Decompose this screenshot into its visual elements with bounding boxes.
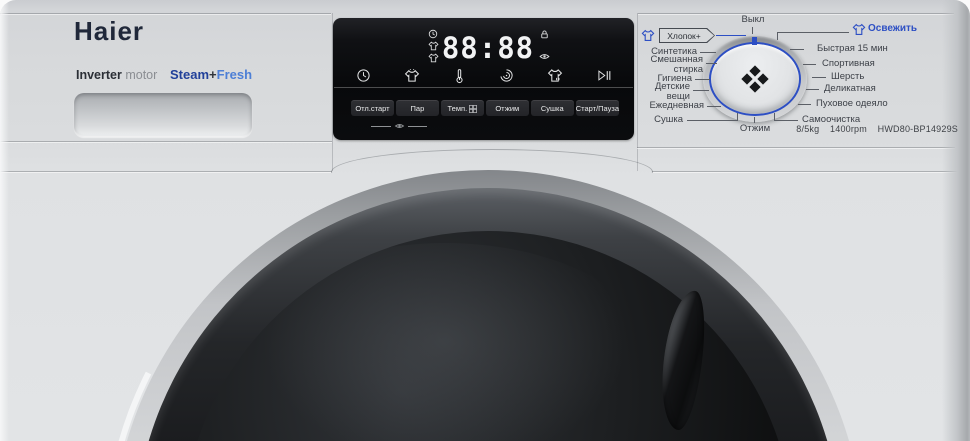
function-icon-row xyxy=(356,68,612,84)
dry-button[interactable]: Сушка xyxy=(531,100,574,116)
button-row: Отл.старт Пар Темп. Отжим Сушка Старт/Па… xyxy=(351,100,619,116)
off-tick xyxy=(752,27,753,34)
program-label-duvet: Пуховое одеяло xyxy=(816,99,888,109)
steam-text: Steam xyxy=(170,67,209,82)
plus-text: + xyxy=(209,67,217,82)
spin-tick xyxy=(754,117,755,123)
eye-icon xyxy=(539,52,550,61)
line-daily xyxy=(707,106,721,107)
line-selfclean xyxy=(774,120,798,121)
display-left-icons xyxy=(428,29,439,63)
steam-function-icon xyxy=(404,68,420,84)
line-hygiene xyxy=(695,79,710,80)
panel-divider xyxy=(334,87,633,88)
line-mixed xyxy=(706,63,717,64)
fresh-text: Fresh xyxy=(217,67,252,82)
delay-start-icon xyxy=(356,68,371,84)
start-pause-button[interactable]: Старт/Пауза xyxy=(576,100,619,116)
line-kids xyxy=(693,90,709,91)
delay-clock-icon xyxy=(428,29,439,39)
wash-shirt-icon xyxy=(428,41,439,51)
spin-button[interactable]: Отжим xyxy=(486,100,529,116)
panel-seam-top-left xyxy=(0,13,331,14)
steam-shirt-icon xyxy=(428,53,439,63)
brand-logo: Haier xyxy=(74,16,144,47)
cotton-line xyxy=(716,35,746,36)
model-number-text: HWD80-BP14929S xyxy=(878,124,958,134)
steam-button[interactable]: Пар xyxy=(396,100,439,116)
model-info: 8/5kg 1400rpm HWD80-BP14929S xyxy=(690,124,958,134)
line-sport xyxy=(803,64,816,65)
display-right-icons xyxy=(539,29,550,61)
machine-left-edge xyxy=(0,0,9,441)
temperature-button[interactable]: Темп. xyxy=(441,100,484,116)
program-label-delicate: Деликатная xyxy=(824,84,876,94)
inverter-motor-label: Inverter motor xyxy=(76,68,157,82)
steam-button-label: Пар xyxy=(411,104,425,113)
motor-text: motor xyxy=(122,68,157,82)
program-cotton-label: Хлопок+ xyxy=(660,29,714,42)
machine-right-edge xyxy=(942,0,970,441)
program-label-quick15: Быстрая 15 мин xyxy=(817,44,888,54)
tick-selfclean xyxy=(774,113,775,120)
program-label-sport: Спортивная xyxy=(822,59,875,69)
combo-dash-left xyxy=(371,126,391,127)
dry-button-label: Сушка xyxy=(541,104,564,113)
detergent-drawer-handle[interactable] xyxy=(74,93,252,137)
cotton-shirt-icon xyxy=(641,29,655,42)
program-label-daily: Ежедневная xyxy=(649,101,704,111)
spin-speed-text: 1400rpm xyxy=(830,124,867,134)
line-duvet xyxy=(798,104,811,105)
delay-start-button-label: Отл.старт xyxy=(355,104,389,113)
panel-seam-top-right xyxy=(638,13,954,14)
program-refresh-label: Освежить xyxy=(868,24,917,35)
panel-seam-bottom-left xyxy=(0,141,332,142)
program-label-wool: Шерсть xyxy=(831,72,864,82)
temperature-button-label: Темп. xyxy=(448,104,468,113)
combo-eye-icon xyxy=(394,122,405,130)
dry-icon xyxy=(547,68,563,84)
body-seam-right xyxy=(652,171,970,172)
program-cotton-box: Хлопок+ xyxy=(659,28,715,43)
time-display: 88:88 xyxy=(440,31,536,65)
line-synthetics xyxy=(700,52,716,53)
panel-seam-bottom-right xyxy=(637,147,955,148)
temp-grid-icon xyxy=(469,105,477,113)
combo-dash-right xyxy=(408,126,428,127)
program-off-label: Выкл xyxy=(731,15,775,25)
inverter-text: Inverter xyxy=(76,68,122,82)
child-lock-icon xyxy=(539,29,550,40)
refresh-line xyxy=(777,32,849,33)
line-delicate xyxy=(806,89,819,90)
steam-fresh-label: Steam+Fresh xyxy=(170,67,252,82)
delay-start-button[interactable]: Отл.старт xyxy=(351,100,394,116)
play-pause-icon xyxy=(596,68,612,84)
washing-machine-photo: Haier Inverter motor Steam+Fresh 88:88 О… xyxy=(0,0,970,441)
tick-dry xyxy=(737,113,738,120)
refresh-shirt-icon xyxy=(852,23,866,36)
body-seam-left xyxy=(0,171,332,172)
line-quick15 xyxy=(790,49,804,50)
spin-icon xyxy=(499,68,514,84)
machine-front: Haier Inverter motor Steam+Fresh 88:88 О… xyxy=(0,0,970,441)
temperature-icon xyxy=(453,68,466,84)
program-label-dry: Сушка xyxy=(654,115,683,125)
spin-button-label: Отжим xyxy=(495,104,519,113)
line-dry xyxy=(687,120,738,121)
dial-pointer xyxy=(752,37,757,45)
child-lock-combo-hint xyxy=(371,122,427,130)
start-pause-button-label: Старт/Пауза xyxy=(576,104,619,113)
refresh-tick xyxy=(777,32,778,40)
line-wool xyxy=(812,77,826,78)
capacity-text: 8/5kg xyxy=(796,124,819,134)
dial-center-diamonds-icon xyxy=(743,67,767,91)
